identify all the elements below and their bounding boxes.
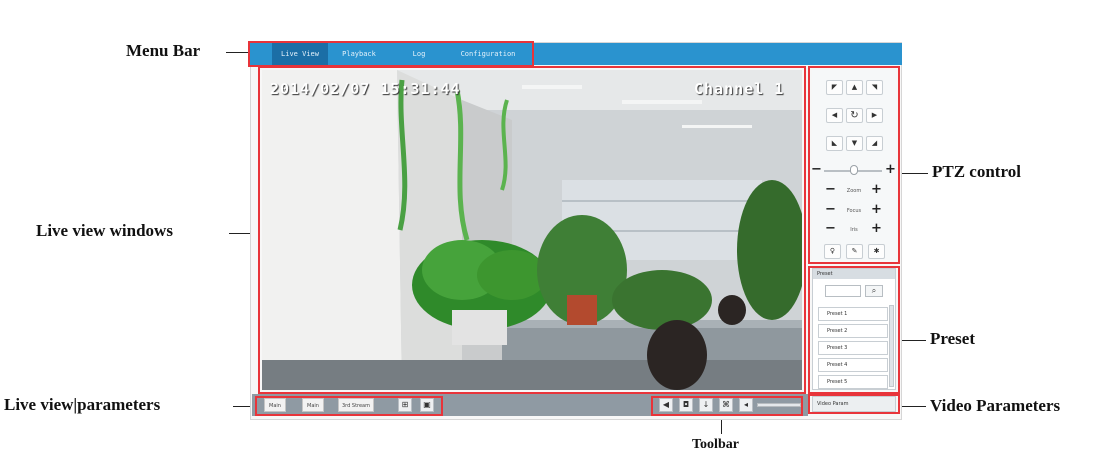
menu-item-log[interactable]: Log bbox=[404, 43, 434, 65]
video-parameters-leader bbox=[898, 406, 926, 407]
fullscreen-icon[interactable]: ▣ bbox=[420, 398, 434, 412]
ptz-left-button[interactable]: ◀ bbox=[826, 108, 843, 123]
preset-panel-title: Preset bbox=[813, 269, 895, 279]
menu-bar: Live View Playback Log Configuration bbox=[250, 43, 902, 65]
volume-icon[interactable]: ◂ bbox=[739, 398, 753, 412]
stream-tab-sub[interactable]: Main bbox=[302, 398, 324, 412]
ptz-up-right-button[interactable]: ◥ bbox=[866, 80, 883, 95]
iris-close-button[interactable]: − bbox=[822, 222, 839, 236]
ptz-auto-icon[interactable]: ↻ bbox=[846, 108, 863, 123]
menu-bar-leader bbox=[226, 52, 248, 53]
search-icon[interactable]: ⌕ bbox=[865, 285, 883, 297]
focus-near-button[interactable]: − bbox=[822, 203, 839, 217]
toolbar-callout: Toolbar bbox=[692, 437, 739, 452]
ptz-panel: ◤ ▲ ◥ ◀ ↻ ▶ ◣ ▼ ◢ − + − Zoom + − Focus +… bbox=[811, 70, 899, 262]
camera-feed-image bbox=[262, 70, 802, 390]
iris-label: Iris bbox=[850, 227, 858, 233]
preset-leader bbox=[898, 340, 926, 341]
window-layout-icon[interactable]: ⊞ bbox=[398, 398, 412, 412]
stream-tab-main[interactable]: Main bbox=[264, 398, 286, 412]
ptz-up-button[interactable]: ▲ bbox=[846, 80, 863, 95]
preset-search-input[interactable] bbox=[825, 285, 861, 297]
focus-far-button[interactable]: + bbox=[868, 203, 885, 217]
preset-callout: Preset bbox=[930, 329, 975, 348]
ptz-speed-minus[interactable]: − bbox=[808, 163, 825, 177]
ptz-down-button[interactable]: ▼ bbox=[846, 136, 863, 151]
volume-slider[interactable] bbox=[757, 403, 801, 407]
ptz-control-leader bbox=[898, 173, 928, 174]
preset-item[interactable]: Preset 1 bbox=[818, 307, 888, 321]
preset-item[interactable]: Preset 2 bbox=[818, 324, 888, 338]
preset-item[interactable]: Preset 3 bbox=[818, 341, 888, 355]
bottom-bar: Main Main 3rd Stream ⊞ ▣ ◀ ◘ ↓ ⌘ ◂ bbox=[252, 394, 808, 416]
ptz-down-left-button[interactable]: ◣ bbox=[826, 136, 843, 151]
osd-timestamp: 2014/02/07 15:31:44 bbox=[270, 80, 461, 98]
menu-item-live-view[interactable]: Live View bbox=[272, 43, 328, 65]
ptz-control-callout: PTZ control bbox=[932, 162, 1021, 181]
zoom-out-button[interactable]: − bbox=[822, 183, 839, 197]
zoom-label: Zoom bbox=[846, 188, 862, 194]
video-parameters-callout: Video Parameters bbox=[930, 396, 1061, 415]
ptz-speed-plus[interactable]: + bbox=[882, 163, 899, 177]
menu-item-configuration[interactable]: Configuration bbox=[456, 43, 520, 65]
digital-zoom-icon[interactable]: ⌘ bbox=[719, 398, 733, 412]
zoom-in-button[interactable]: + bbox=[868, 183, 885, 197]
live-view-window[interactable]: 2014/02/07 15:31:44 Channel 1 bbox=[262, 70, 802, 390]
preset-item[interactable]: Preset 4 bbox=[818, 358, 888, 372]
ptz-down-right-button[interactable]: ◢ bbox=[866, 136, 883, 151]
stream-tab-third[interactable]: 3rd Stream bbox=[338, 398, 374, 412]
menu-bar-callout: Menu Bar bbox=[126, 41, 201, 60]
ptz-up-left-button[interactable]: ◤ bbox=[826, 80, 843, 95]
live-view-windows-callout: Live view windows bbox=[36, 221, 173, 240]
ptz-speed-handle[interactable] bbox=[850, 165, 858, 175]
preset-item[interactable]: Preset 5 bbox=[818, 375, 888, 389]
focus-label: Focus bbox=[846, 208, 862, 214]
stop-live-icon[interactable]: ◀ bbox=[659, 398, 673, 412]
capture-icon[interactable]: ◘ bbox=[679, 398, 693, 412]
record-icon[interactable]: ↓ bbox=[699, 398, 713, 412]
preset-scrollbar[interactable] bbox=[889, 305, 894, 387]
ptz-right-button[interactable]: ▶ bbox=[866, 108, 883, 123]
lens-init-icon[interactable]: ✱ bbox=[868, 244, 885, 259]
preset-panel: Preset ⌕ Preset 1 Preset 2 Preset 3 Pres… bbox=[812, 268, 896, 390]
wiper-icon[interactable]: ✎ bbox=[846, 244, 863, 259]
live-view-parameters-callout: Live view|parameters bbox=[4, 395, 161, 414]
video-parameters-panel[interactable]: Video Param bbox=[812, 396, 896, 412]
osd-channel-name: Channel 1 bbox=[694, 80, 785, 98]
iris-open-button[interactable]: + bbox=[868, 222, 885, 236]
menu-item-playback[interactable]: Playback bbox=[334, 43, 384, 65]
light-icon[interactable]: ♀ bbox=[824, 244, 841, 259]
